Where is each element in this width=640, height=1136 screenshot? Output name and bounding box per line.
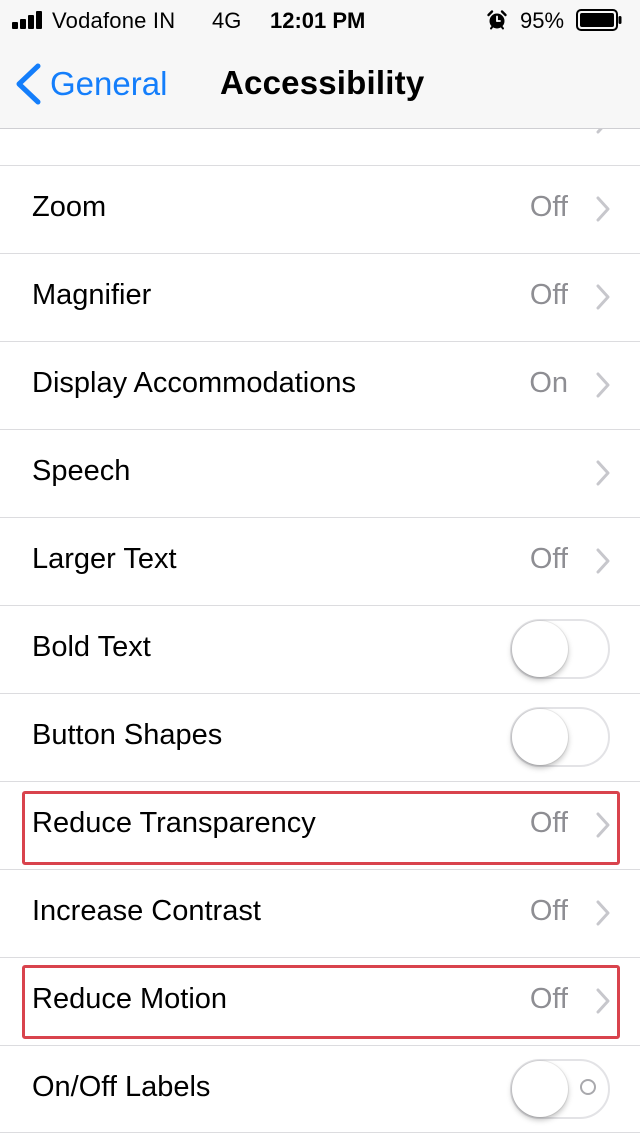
- off-label-circle-icon: [580, 1079, 596, 1095]
- row-increase-contrast[interactable]: Increase Contrast Off: [0, 870, 640, 958]
- row-button-shapes: Button Shapes: [0, 694, 640, 782]
- settings-list: VoiceOver Off Zoom Off Magnifier Off Dis…: [0, 78, 640, 1133]
- page-title: Accessibility: [220, 64, 425, 101]
- chevron-left-icon: [16, 63, 41, 105]
- row-value: Off: [529, 895, 568, 927]
- row-value: Off: [529, 983, 568, 1015]
- status-time: 12:01 PM: [270, 8, 366, 33]
- row-label: Button Shapes: [32, 719, 223, 751]
- list-bottom-separator: [0, 1132, 640, 1133]
- row-value: Off: [529, 807, 568, 839]
- back-button-label: General: [50, 65, 168, 102]
- on-off-labels-toggle[interactable]: [510, 1059, 610, 1119]
- row-label: Display Accommodations: [32, 367, 356, 399]
- battery-percentage: 95%: [520, 8, 565, 33]
- toggle-knob: [512, 1061, 568, 1117]
- chevron-right-icon: [596, 372, 610, 398]
- row-value: Off: [529, 279, 568, 311]
- row-label: Bold Text: [32, 631, 151, 663]
- row-value: Off: [529, 191, 568, 223]
- button-shapes-toggle[interactable]: [510, 707, 610, 767]
- row-label: Reduce Motion: [32, 983, 228, 1015]
- chevron-right-icon: [596, 284, 610, 310]
- row-magnifier[interactable]: Magnifier Off: [0, 254, 640, 342]
- row-zoom[interactable]: Zoom Off: [0, 166, 640, 254]
- row-speech[interactable]: Speech: [0, 430, 640, 518]
- row-label: Reduce Transparency: [32, 807, 316, 839]
- status-bar: Vodafone IN 4G 12:01 PM 95%: [0, 0, 640, 40]
- row-label: Speech: [32, 455, 131, 487]
- row-display-accommodations[interactable]: Display Accommodations On: [0, 342, 640, 430]
- row-reduce-transparency[interactable]: Reduce Transparency Off: [0, 782, 640, 870]
- row-on-off-labels: On/Off Labels: [0, 1046, 640, 1133]
- row-label: Larger Text: [32, 543, 177, 575]
- row-label: On/Off Labels: [32, 1071, 211, 1103]
- chevron-right-icon: [596, 196, 610, 222]
- row-bold-text: Bold Text: [0, 606, 640, 694]
- chevron-right-icon: [596, 548, 610, 574]
- alarm-clock-icon: [487, 10, 507, 30]
- row-value: On: [529, 367, 568, 399]
- toggle-knob: [512, 709, 568, 765]
- network-type: 4G: [212, 8, 242, 33]
- carrier-name: Vodafone IN: [52, 8, 176, 33]
- bold-text-toggle[interactable]: [510, 619, 610, 679]
- back-button[interactable]: General: [14, 60, 167, 108]
- chevron-right-icon: [596, 988, 610, 1014]
- row-label: Magnifier: [32, 279, 152, 311]
- signal-bars-icon: [12, 11, 46, 29]
- navigation-bar: General Accessibility: [0, 40, 640, 129]
- toggle-knob: [512, 621, 568, 677]
- chevron-right-icon: [596, 812, 610, 838]
- row-larger-text[interactable]: Larger Text Off: [0, 518, 640, 606]
- battery-icon: [576, 9, 622, 31]
- row-reduce-motion[interactable]: Reduce Motion Off: [0, 958, 640, 1046]
- row-label: Increase Contrast: [32, 895, 261, 927]
- chevron-right-icon: [596, 900, 610, 926]
- row-value: Off: [529, 543, 568, 575]
- row-label: Zoom: [32, 191, 107, 223]
- chevron-right-icon: [596, 460, 610, 486]
